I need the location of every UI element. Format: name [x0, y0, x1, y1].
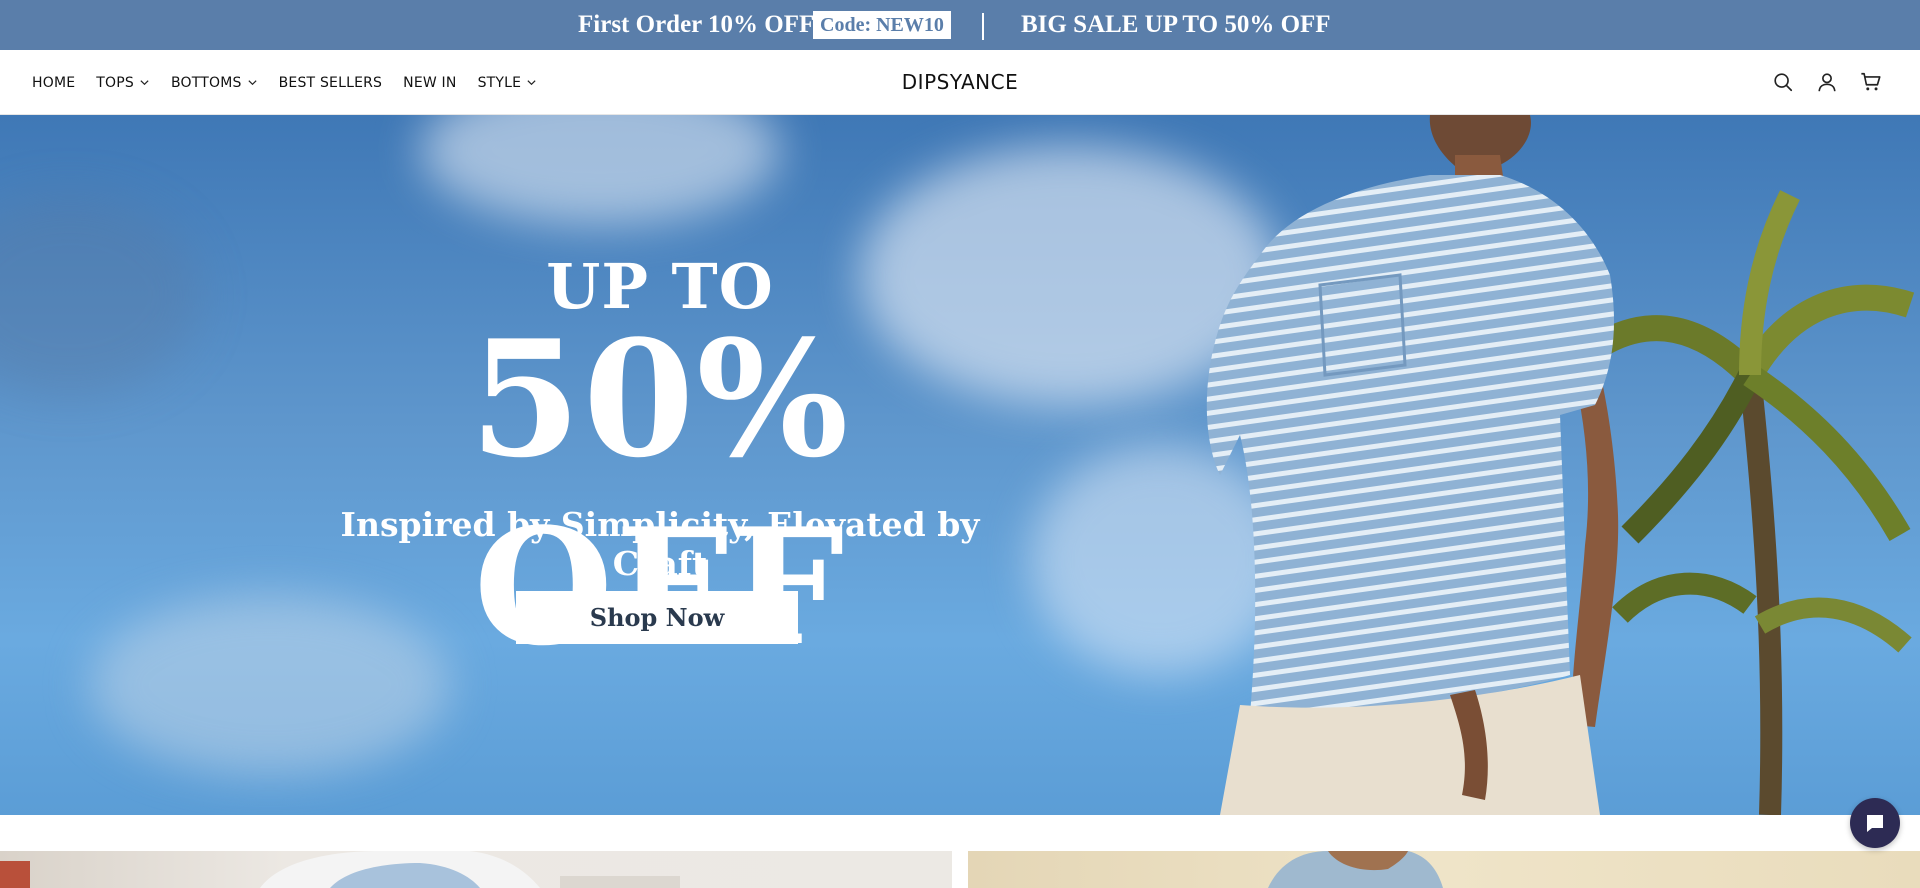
search-icon[interactable] [1770, 69, 1796, 95]
announcement-big-sale: BIG SALE UP TO 50% OFF [1021, 11, 1331, 38]
chat-icon [1867, 815, 1883, 832]
cloud-decoration [420, 115, 780, 225]
cart-icon[interactable] [1858, 69, 1884, 95]
hero-subtitle: Inspired by Simplicity, Elevated by Craf… [340, 505, 980, 583]
model-image [1206, 115, 1619, 815]
header-icons [1752, 69, 1884, 95]
announcement-divider [982, 13, 984, 40]
hero-banner: UP TO 50% OFF Inspired by Simplicity, El… [0, 115, 1920, 815]
site-header: HOME TOPS BOTTOMS BEST SELLERS NEW IN ST… [0, 50, 1920, 115]
promo-code-badge: Code: NEW10 [813, 11, 951, 39]
category-card-left[interactable] [0, 851, 952, 888]
model-image [1268, 851, 1443, 888]
site-logo[interactable]: DIPSYANCE [0, 70, 1920, 94]
account-icon[interactable] [1814, 69, 1840, 95]
announcement-bar: First Order 10% OFF Code: NEW10 BIG SALE… [0, 0, 1920, 50]
announcement-first-order: First Order 10% OFF [578, 11, 815, 38]
cloud-decoration [0, 195, 200, 395]
shop-now-button[interactable]: Shop Now [516, 591, 798, 644]
category-card-right[interactable] [968, 851, 1920, 888]
chat-button[interactable] [1850, 798, 1900, 848]
model-image [0, 851, 680, 888]
